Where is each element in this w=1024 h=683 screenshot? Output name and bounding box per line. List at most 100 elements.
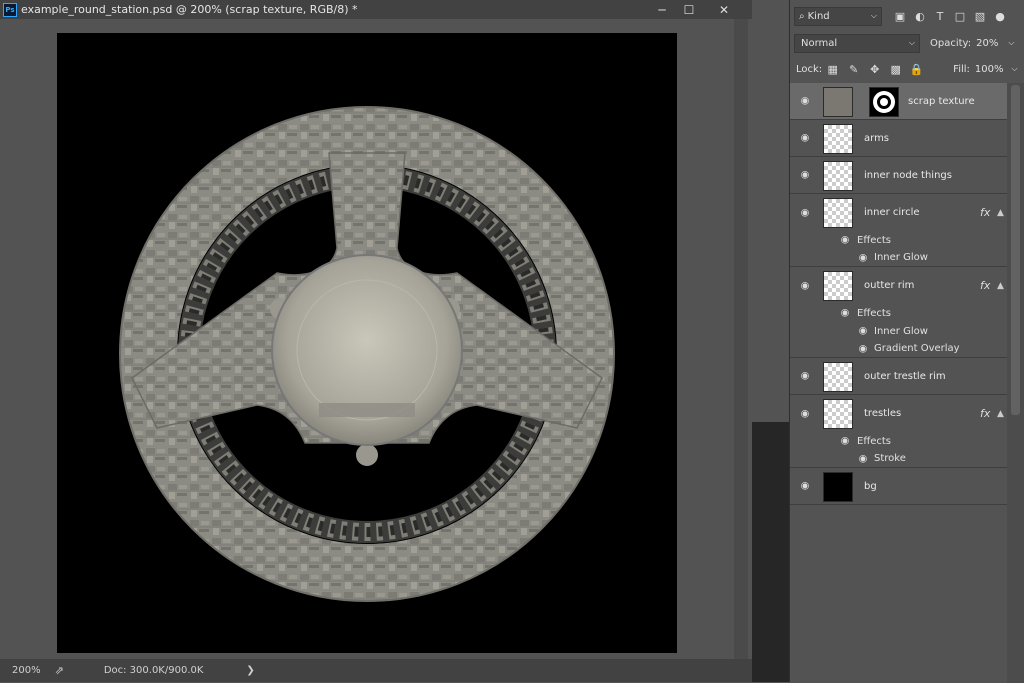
- blend-row: Normal ⌵ Opacity: 20% ⌵: [790, 32, 1024, 54]
- chevron-down-icon[interactable]: ⌵: [1012, 64, 1018, 74]
- effect-inner-glow[interactable]: ◉ Inner Glow: [790, 322, 1007, 340]
- layer-thumbnail[interactable]: [823, 87, 853, 117]
- visibility-eye-icon[interactable]: ◉: [798, 133, 812, 143]
- layer-name[interactable]: outer trestle rim: [864, 371, 946, 382]
- close-icon: ✕: [718, 2, 730, 17]
- effects-group[interactable]: ◉ Effects: [790, 432, 1007, 450]
- chevron-down-icon[interactable]: ⌵: [1008, 38, 1014, 48]
- layer-mask-thumbnail[interactable]: [869, 87, 899, 117]
- collapse-arrow-icon[interactable]: ▲: [997, 409, 1004, 419]
- layer-scrap-texture[interactable]: ◉ scrap texture: [790, 83, 1007, 120]
- visibility-eye-icon[interactable]: ◉: [798, 96, 812, 106]
- visibility-eye-icon[interactable]: ◉: [798, 170, 812, 180]
- effects-label: Effects: [857, 435, 891, 447]
- effect-inner-glow[interactable]: ◉ Inner Glow: [790, 249, 1007, 267]
- pixel-filter-icon[interactable]: ▣: [890, 10, 910, 23]
- zoom-level[interactable]: 200%: [12, 665, 41, 676]
- minimize-button[interactable]: ─: [647, 0, 677, 19]
- layer-name[interactable]: arms: [864, 133, 889, 144]
- effect-stroke[interactable]: ◉ Stroke: [790, 450, 1007, 468]
- smart-object-filter-icon[interactable]: ▧: [970, 10, 990, 23]
- layer-name[interactable]: inner circle: [864, 207, 920, 218]
- lock-all-icon[interactable]: 🔒: [906, 63, 927, 76]
- status-menu-arrow-icon[interactable]: ❯: [246, 665, 254, 676]
- visibility-eye-icon[interactable]: ◉: [798, 409, 812, 419]
- lock-transparent-pixels-icon[interactable]: ▦: [822, 63, 843, 76]
- layer-inner-circle[interactable]: ◉ inner circle fx ▲: [790, 194, 1007, 231]
- filter-kind-dropdown[interactable]: ⌕ Kind ⌵: [794, 6, 882, 26]
- visibility-eye-icon[interactable]: ◉: [798, 371, 812, 381]
- layer-inner-node-things[interactable]: ◉ inner node things: [790, 157, 1007, 194]
- filter-toggle-icon[interactable]: ●: [990, 10, 1010, 23]
- layer-thumbnail[interactable]: [823, 271, 853, 301]
- layers-panel-scrollbar[interactable]: [1007, 83, 1024, 683]
- layer-thumbnail[interactable]: [823, 399, 853, 429]
- layer-name[interactable]: inner node things: [864, 170, 952, 181]
- visibility-eye-icon[interactable]: ◉: [838, 308, 852, 318]
- visibility-eye-icon[interactable]: ◉: [838, 436, 852, 446]
- visibility-eye-icon[interactable]: ◉: [798, 481, 812, 491]
- layer-arms[interactable]: ◉ arms: [790, 120, 1007, 157]
- layer-name[interactable]: trestles: [864, 408, 901, 419]
- canvas-area[interactable]: [0, 19, 748, 659]
- layer-thumbnail[interactable]: [823, 124, 853, 154]
- layer-outter-rim[interactable]: ◉ outter rim fx ▲: [790, 267, 1007, 304]
- collapse-arrow-icon[interactable]: ▲: [997, 281, 1004, 291]
- effects-group[interactable]: ◉ Effects: [790, 231, 1007, 249]
- visibility-eye-icon[interactable]: ◉: [856, 326, 870, 336]
- effects-group[interactable]: ◉ Effects: [790, 304, 1007, 322]
- layer-effects-fx-icon[interactable]: fx: [980, 279, 990, 292]
- blend-mode-dropdown[interactable]: Normal ⌵: [794, 33, 920, 53]
- fill-value[interactable]: 100%: [975, 64, 1004, 75]
- close-button[interactable]: ✕: [707, 0, 741, 19]
- visibility-eye-icon[interactable]: ◉: [856, 344, 870, 354]
- visibility-eye-icon[interactable]: ◉: [856, 454, 870, 464]
- maximize-icon: ☐: [683, 2, 695, 17]
- layer-thumbnail[interactable]: [823, 362, 853, 392]
- layer-name[interactable]: outter rim: [864, 280, 914, 291]
- effect-name: Stroke: [874, 453, 906, 464]
- document-canvas[interactable]: [57, 33, 677, 653]
- layer-trestles[interactable]: ◉ trestles fx ▲: [790, 395, 1007, 432]
- layer-bg[interactable]: ◉ bg: [790, 468, 1007, 505]
- lock-image-pixels-icon[interactable]: ✎: [843, 63, 864, 76]
- scrollbar-thumb[interactable]: [1011, 85, 1020, 415]
- visibility-eye-icon[interactable]: ◉: [856, 253, 870, 263]
- adjustment-filter-icon[interactable]: ◐: [910, 10, 930, 23]
- effect-name: Inner Glow: [874, 252, 928, 263]
- layer-effects-fx-icon[interactable]: fx: [980, 407, 990, 420]
- effects-label: Effects: [857, 234, 891, 246]
- lock-artboard-icon[interactable]: ▩: [885, 63, 906, 76]
- maximize-button[interactable]: ☐: [674, 0, 704, 19]
- search-icon: ⌕: [799, 10, 805, 22]
- status-bar: 200% ⇗ Doc: 300.0K/900.0K ❯: [0, 659, 752, 682]
- effect-gradient-overlay[interactable]: ◉ Gradient Overlay: [790, 340, 1007, 358]
- visibility-eye-icon[interactable]: ◉: [798, 281, 812, 291]
- effect-name: Inner Glow: [874, 325, 928, 337]
- lock-position-icon[interactable]: ✥: [864, 63, 885, 76]
- layer-effects-fx-icon[interactable]: fx: [980, 206, 990, 219]
- layer-thumbnail[interactable]: [823, 472, 853, 502]
- collapse-arrow-icon[interactable]: ▲: [997, 208, 1004, 218]
- type-filter-icon[interactable]: T: [930, 10, 950, 23]
- chevron-down-icon: ⌵: [908, 38, 915, 47]
- lock-label: Lock:: [796, 63, 823, 75]
- layer-name[interactable]: scrap texture: [908, 96, 975, 107]
- layer-thumbnail[interactable]: [823, 161, 853, 191]
- shape-filter-icon[interactable]: □: [950, 10, 970, 23]
- layer-outer-trestle-rim[interactable]: ◉ outer trestle rim: [790, 358, 1007, 395]
- doc-info: Doc: 300.0K/900.0K: [103, 665, 204, 676]
- visibility-eye-icon[interactable]: ◉: [798, 208, 812, 218]
- visibility-eye-icon[interactable]: ◉: [838, 235, 852, 245]
- layer-filter-row: ⌕ Kind ⌵ ▣ ◐ T □ ▧ ●: [790, 5, 1024, 27]
- document-titlebar[interactable]: Ps example_round_station.psd @ 200% (scr…: [0, 0, 752, 19]
- mask-shape-icon: [873, 91, 895, 113]
- effects-label: Effects: [857, 307, 891, 319]
- layer-thumbnail[interactable]: [823, 198, 853, 228]
- layer-list: ◉ scrap texture ◉ arms ◉ inner node thin…: [790, 83, 1007, 505]
- layer-name[interactable]: bg: [864, 481, 877, 492]
- canvas-vertical-scrollbar[interactable]: [734, 19, 748, 659]
- document-window: Ps example_round_station.psd @ 200% (scr…: [0, 0, 752, 682]
- share-icon[interactable]: ⇗: [55, 664, 64, 677]
- opacity-value[interactable]: 20%: [976, 38, 998, 49]
